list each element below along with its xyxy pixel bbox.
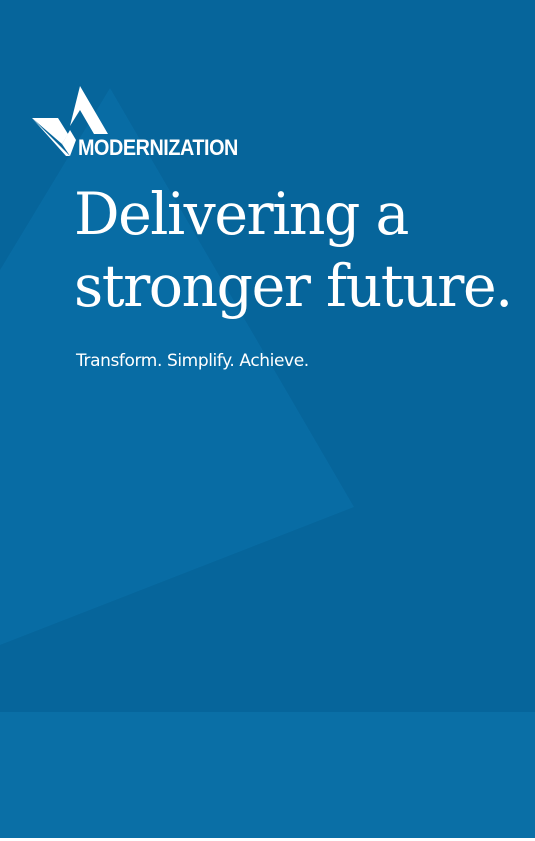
headline-line-1: Delivering a bbox=[74, 180, 409, 248]
tagline: Transform. Simplify. Achieve. bbox=[76, 351, 309, 371]
headline: Delivering a stronger future. bbox=[74, 178, 513, 322]
brand-name: MODERNIZATION bbox=[78, 135, 238, 160]
brand-logo: MODERNIZATION bbox=[32, 86, 252, 162]
bottom-band bbox=[0, 712, 535, 838]
cover-page: MODERNIZATION Delivering a stronger futu… bbox=[0, 0, 535, 838]
headline-line-2: stronger future. bbox=[74, 252, 513, 320]
